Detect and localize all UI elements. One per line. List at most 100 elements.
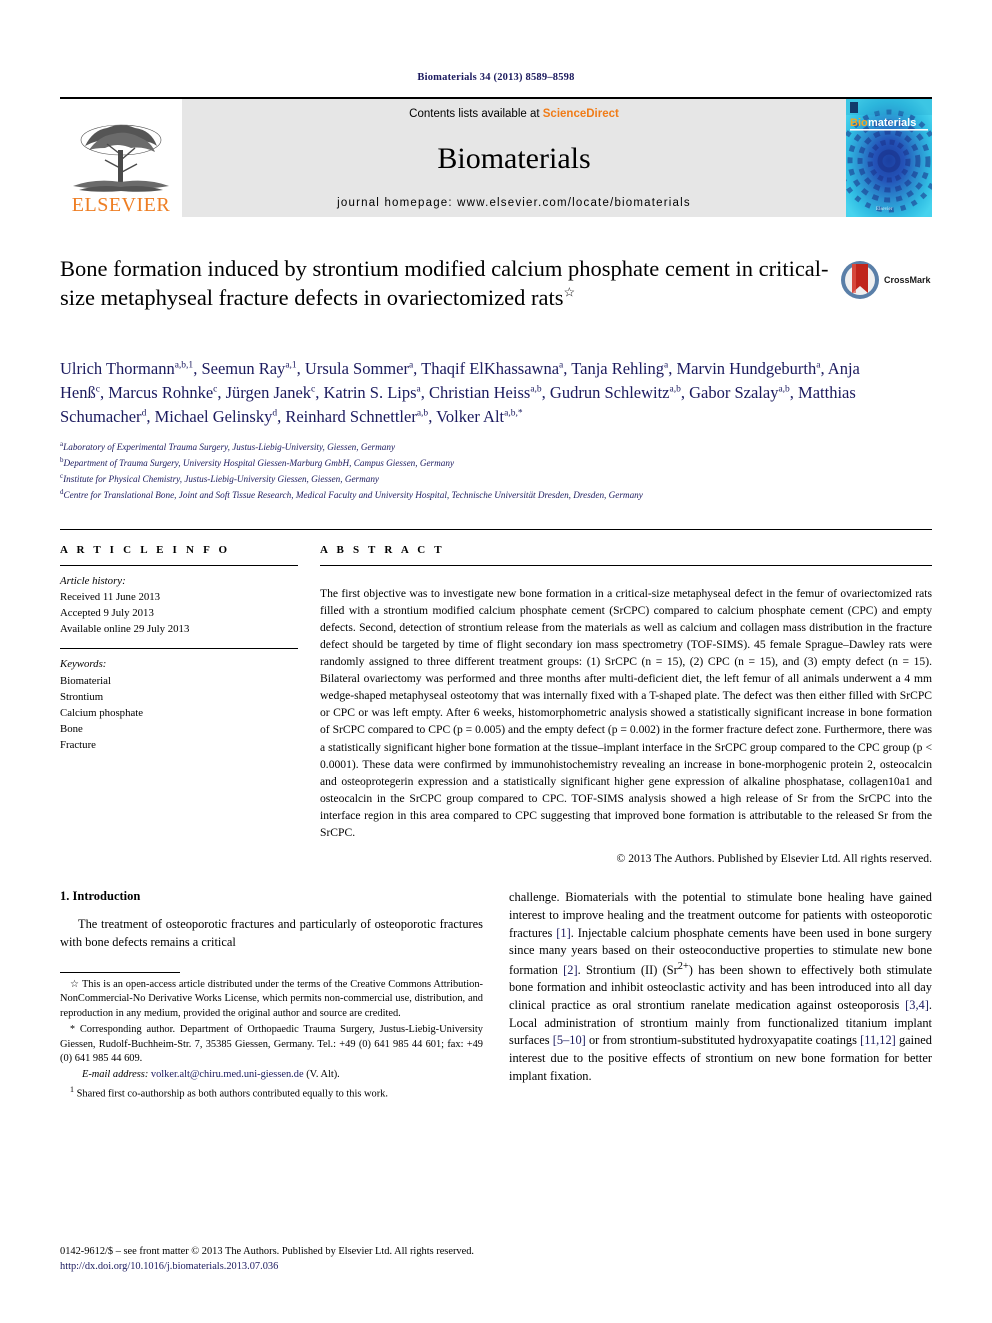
author-affiliation-marker: a bbox=[663, 360, 669, 371]
affiliation-text: Department of Trauma Surgery, University… bbox=[63, 457, 455, 468]
svg-text:Bio: Bio bbox=[850, 117, 868, 129]
abstract-rule bbox=[320, 564, 932, 566]
author-affiliation-marker: a,b,1 bbox=[174, 360, 194, 371]
footnote-corresponding-text: Corresponding author. Department of Orth… bbox=[60, 1023, 483, 1065]
title-footnote-marker: ☆ bbox=[563, 284, 576, 300]
author-name: Katrin S. Lips bbox=[323, 382, 417, 402]
keyword-item: Biomaterial bbox=[60, 674, 111, 687]
author-name: Jürgen Janek bbox=[225, 382, 312, 402]
abstract-text: The first objective was to investigate n… bbox=[320, 587, 932, 839]
article-history-label: Article history: bbox=[60, 574, 126, 587]
issn-line: 0142-9612/$ – see front matter © 2013 Th… bbox=[60, 1245, 475, 1257]
keyword-item: Fracture bbox=[60, 739, 96, 752]
footnote-license-text: This is an open-access article distribut… bbox=[60, 978, 483, 1020]
author-name: Ursula Sommer bbox=[304, 359, 409, 378]
footnote-shared-authorship: 1 Shared first co-authorship as both aut… bbox=[60, 1084, 483, 1102]
keyword-item: Strontium bbox=[60, 690, 104, 703]
affiliation-text: Centre for Translational Bone, Joint and… bbox=[63, 489, 643, 500]
author-affiliation-marker: c bbox=[95, 384, 100, 395]
author-name: Marvin Hundgeburth bbox=[676, 359, 817, 378]
journal-cover-thumbnail: Bio materials Elsevier bbox=[846, 99, 932, 217]
affiliation-item: aLaboratory of Experimental Trauma Surge… bbox=[60, 439, 932, 455]
author-name: Ulrich Thormann bbox=[60, 359, 175, 378]
author-name: Reinhard Schnettler bbox=[285, 406, 417, 426]
keywords-group: Keywords: Biomaterial Strontium Calcium ph… bbox=[60, 649, 298, 764]
footnote-corresponding-marker: * bbox=[70, 1023, 75, 1035]
email-suffix: (V. Alt). bbox=[306, 1069, 340, 1081]
crossmark-icon bbox=[841, 261, 879, 299]
footnote-email: E-mail address: volker.alt@chiru.med.uni… bbox=[60, 1068, 483, 1083]
article-history-item: Accepted 9 July 2013 bbox=[60, 607, 154, 620]
footnote-corresponding: * Corresponding author. Department of Or… bbox=[60, 1023, 483, 1067]
keyword-item: Calcium phosphate bbox=[60, 706, 144, 719]
author-affiliation-marker: a,b bbox=[778, 384, 790, 395]
article-history-group: Article history: Received 11 June 2013 Ac… bbox=[60, 566, 298, 649]
journal-homepage-link[interactable]: journal homepage: www.elsevier.com/locat… bbox=[337, 197, 691, 209]
crossmark-badge[interactable]: CrossMark bbox=[840, 257, 932, 303]
abstract-heading: A B S T R A C T bbox=[320, 543, 445, 556]
citation-link[interactable]: [11,12] bbox=[860, 1033, 896, 1047]
citation-link[interactable]: [1] bbox=[556, 926, 570, 940]
author-affiliation-marker: a,b bbox=[530, 384, 542, 395]
title-block: Bone formation induced by strontium modi… bbox=[60, 255, 932, 339]
author-name: Gabor Szalay bbox=[689, 382, 779, 402]
footnote-rule bbox=[60, 971, 180, 973]
author-list: Ulrich Thormanna,b,1, Seemun Raya,1, Urs… bbox=[60, 359, 860, 426]
author-affiliation-marker: a,b bbox=[416, 408, 429, 419]
author-name: Volker Alt bbox=[436, 406, 505, 426]
author-name: Michael Gelinsky bbox=[154, 406, 273, 426]
journal-masthead: ELSEVIER Contents lists available at Sci… bbox=[60, 97, 932, 217]
author-affiliation-marker: a bbox=[559, 360, 564, 371]
introduction-paragraph-left: The treatment of osteoporotic fractures … bbox=[60, 917, 483, 949]
author-affiliation-marker: a,1 bbox=[285, 360, 297, 371]
citation-link[interactable]: [5–10] bbox=[553, 1033, 586, 1047]
author-affiliation-marker: a bbox=[816, 360, 821, 371]
journal-title: Biomaterials bbox=[437, 141, 591, 175]
keyword-lines: Biomaterial Strontium Calcium phosphate Bon… bbox=[60, 673, 298, 754]
title-text: Bone formation induced by strontium modi… bbox=[60, 256, 829, 310]
author-affiliation-marker: a,b bbox=[669, 384, 681, 395]
email-link[interactable]: volker.alt@chiru.med.uni-giessen.de bbox=[151, 1069, 304, 1080]
footnote-shared-marker: 1 bbox=[70, 1084, 74, 1094]
elsevier-wordmark: ELSEVIER bbox=[71, 194, 171, 216]
citation-link[interactable]: [3,4] bbox=[905, 998, 929, 1012]
author-affiliation-marker: a bbox=[416, 384, 421, 395]
affiliation-text: Institute for Physical Chemistry, Justus… bbox=[63, 473, 380, 484]
page-footer: 0142-9612/$ – see front matter © 2013 Th… bbox=[60, 1244, 620, 1275]
footnotes-block: ☆ This is an open-access article distrib… bbox=[60, 966, 483, 1103]
body-column-right: challenge. Biomaterials with the potenti… bbox=[509, 889, 932, 1103]
author-name: Gudrun Schlewitz bbox=[549, 382, 670, 402]
elsevier-logo: ELSEVIER bbox=[60, 99, 182, 217]
affiliation-item: cInstitute for Physical Chemistry, Justu… bbox=[60, 471, 932, 487]
footnote-license: ☆ This is an open-access article distrib… bbox=[60, 978, 483, 1022]
author-name: Christian Heiss bbox=[429, 382, 531, 402]
abstract-column: A B S T R A C T The first objective was … bbox=[320, 543, 932, 866]
article-info-heading: A R T I C L E I N F O bbox=[60, 543, 231, 556]
info-abstract-band: A R T I C L E I N F O Article history: R… bbox=[60, 528, 932, 866]
author-name: Tanja Rehling bbox=[571, 359, 664, 378]
affiliation-text: Laboratory of Experimental Trauma Surger… bbox=[63, 441, 396, 452]
abstract-copyright: © 2013 The Authors. Published by Elsevie… bbox=[616, 852, 932, 866]
section-heading-introduction: 1. Introduction bbox=[60, 889, 141, 904]
citation-link[interactable]: [2] bbox=[563, 963, 577, 977]
affiliation-list: aLaboratory of Experimental Trauma Surge… bbox=[60, 439, 932, 503]
keywords-label: Keywords: bbox=[60, 658, 107, 671]
author-affiliation-marker: a bbox=[408, 360, 414, 371]
crossmark-label: CrossMark bbox=[884, 275, 931, 285]
footnote-shared-text: Shared first co-authorship as both autho… bbox=[76, 1088, 388, 1100]
page-title: Bone formation induced by strontium modi… bbox=[60, 255, 835, 313]
doi-link[interactable]: http://dx.doi.org/10.1016/j.biomaterials… bbox=[60, 1259, 620, 1275]
sciencedirect-link[interactable]: ScienceDirect bbox=[543, 108, 619, 120]
author-affiliation-marker: d bbox=[272, 408, 278, 419]
body-columns: 1. Introduction The treatment of osteopo… bbox=[60, 889, 932, 1103]
body-column-left: 1. Introduction The treatment of osteopo… bbox=[60, 889, 483, 1103]
keyword-item: Bone bbox=[60, 723, 83, 736]
cover-art-icon: Bio materials Elsevier bbox=[846, 99, 932, 217]
author-affiliation-marker: d bbox=[141, 408, 147, 419]
affiliation-item: bDepartment of Trauma Surgery, Universit… bbox=[60, 455, 932, 471]
affiliation-item: dCentre for Translational Bone, Joint an… bbox=[60, 487, 932, 503]
author-name: Marcus Rohnke bbox=[108, 382, 214, 402]
masthead-center: Contents lists available at ScienceDirec… bbox=[182, 99, 846, 217]
article-history-item: Available online 29 July 2013 bbox=[60, 623, 190, 636]
svg-text:materials: materials bbox=[868, 117, 916, 129]
